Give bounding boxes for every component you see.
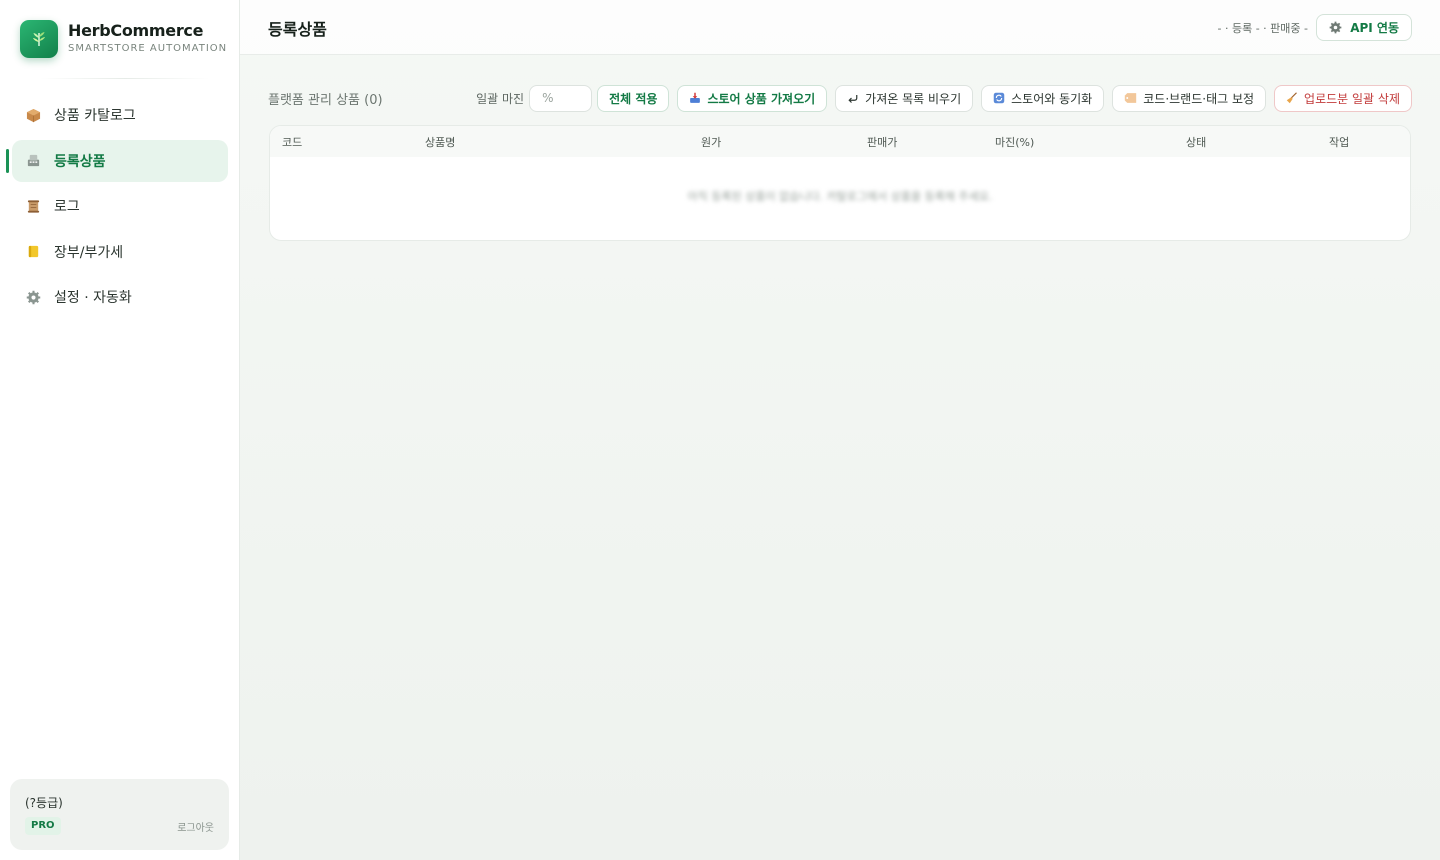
plan-badge: PRO	[25, 817, 61, 835]
brand[interactable]: HerbCommerce SMARTSTORE AUTOMATION	[20, 20, 230, 60]
clear-imported-button[interactable]: 가져온 목록 비우기	[835, 84, 974, 112]
products-table: 코드 상품명 원가 판매가 마진(%) 상태 작업 아직 등록된 상품이 없습니…	[269, 125, 1411, 241]
return-arrow-icon	[847, 92, 859, 104]
column-header-margin[interactable]: 마진(%)	[995, 134, 1034, 150]
fix-code-brand-tag-label: 코드·브랜드·태그 보정	[1143, 91, 1255, 106]
column-header-code[interactable]: 코드	[282, 134, 302, 150]
import-store-button[interactable]: 스토어 상품 가져오기	[677, 84, 828, 112]
column-header-cost[interactable]: 원가	[701, 134, 721, 150]
empty-state-row: 아직 등록된 상품이 없습니다. 카탈로그에서 상품을 등록해 주세요.	[270, 157, 1410, 240]
import-store-label: 스토어 상품 가져오기	[707, 91, 816, 106]
sidebar-item-label: 등록상품	[54, 153, 106, 170]
delete-uploaded-label: 업로드분 일괄 삭제	[1304, 91, 1400, 106]
delete-uploaded-button[interactable]: 업로드분 일괄 삭제	[1274, 84, 1412, 112]
bulk-margin-input[interactable]	[529, 84, 593, 112]
api-connect-button[interactable]: API 연동	[1316, 14, 1412, 41]
sidebar-item-log[interactable]: 로그	[12, 185, 228, 227]
user-card: (?등급) PRO 로그아웃	[10, 779, 229, 850]
ledger-icon	[24, 243, 42, 261]
sidebar-item-label: 상품 카탈로그	[54, 108, 136, 124]
brand-divider	[40, 78, 210, 79]
clear-imported-label: 가져온 목록 비우기	[865, 91, 962, 106]
sidebar-item-ledger[interactable]: 장부/부가세	[12, 231, 228, 273]
user-grade: (?등급)	[25, 796, 63, 810]
status-summary: - · 등록 - · 판매중 -	[1217, 22, 1308, 35]
apply-all-label: 전체 적용	[609, 91, 658, 106]
api-connect-label: API 연동	[1350, 21, 1399, 35]
toolbar: 일괄 마진 전체 적용 스토어 상품 가져오기 가져온 목록 비우기 스토어와 …	[476, 84, 1412, 112]
empty-state-text: 아직 등록된 상품이 없습니다. 카탈로그에서 상품을 등록해 주세요.	[687, 190, 993, 203]
gear-icon	[24, 288, 42, 306]
scroll-icon	[24, 197, 42, 215]
brand-logo-icon	[20, 20, 58, 58]
sync-icon	[993, 92, 1005, 104]
sidebar-item-catalog[interactable]: 상품 카탈로그	[12, 94, 228, 136]
brand-name: HerbCommerce	[68, 21, 204, 40]
logout-link[interactable]: 로그아웃	[177, 819, 214, 834]
page-title: 등록상품	[268, 20, 327, 39]
sidebar-nav: 상품 카탈로그 등록상품 로그 장부/부가세 설정 · 자동화	[6, 94, 228, 322]
apply-all-button[interactable]: 전체 적용	[597, 84, 670, 112]
sidebar: HerbCommerce SMARTSTORE AUTOMATION 상품 카탈…	[0, 0, 240, 860]
broom-icon	[1286, 92, 1298, 104]
section-label: 플랫폼 관리 상품 (0)	[268, 93, 383, 108]
column-header-name[interactable]: 상품명	[425, 134, 455, 150]
sidebar-item-registered[interactable]: 등록상품	[6, 139, 228, 182]
column-header-status[interactable]: 상태	[1186, 134, 1206, 150]
sync-store-button[interactable]: 스토어와 동기화	[981, 84, 1105, 112]
sidebar-item-label: 장부/부가세	[54, 244, 124, 261]
table-header: 코드 상품명 원가 판매가 마진(%) 상태 작업	[270, 126, 1410, 157]
fix-code-brand-tag-button[interactable]: 코드·브랜드·태그 보정	[1112, 84, 1267, 112]
register-icon	[24, 152, 42, 170]
bulk-margin-label: 일괄 마진	[476, 91, 525, 106]
package-icon	[24, 106, 42, 124]
sidebar-item-settings[interactable]: 설정 · 자동화	[12, 276, 228, 318]
sidebar-item-label: 로그	[54, 199, 80, 215]
brand-subtitle: SMARTSTORE AUTOMATION	[68, 43, 228, 54]
tag-icon	[1124, 92, 1137, 104]
main-content: 등록상품 - · 등록 - · 판매중 - API 연동 플랫폼 관리 상품 (…	[240, 0, 1440, 860]
inbox-tray-icon	[689, 92, 701, 104]
sidebar-item-label: 설정 · 자동화	[54, 290, 132, 306]
gear-icon	[1329, 21, 1342, 34]
sync-store-label: 스토어와 동기화	[1011, 91, 1093, 106]
topbar: 등록상품 - · 등록 - · 판매중 - API 연동	[240, 0, 1440, 55]
column-header-actions[interactable]: 작업	[1329, 134, 1349, 150]
column-header-price[interactable]: 판매가	[867, 134, 897, 150]
